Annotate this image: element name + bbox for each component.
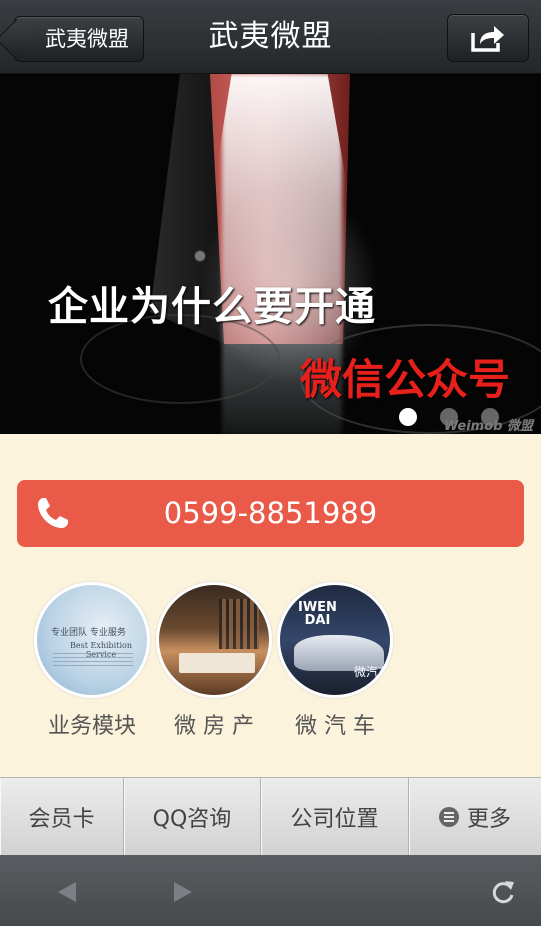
refresh-icon[interactable] [490, 878, 516, 906]
menu-item-member-card[interactable]: 会员卡 [0, 778, 124, 856]
browser-toolbar [0, 855, 541, 926]
menu-item-label: QQ咨询 [152, 807, 232, 832]
door-knob [194, 250, 206, 262]
module-business[interactable]: 专业团队 专业服务 Best Exhibition Service 业务模块 [34, 582, 150, 740]
module-real-estate[interactable]: 微 房 产 [156, 582, 272, 740]
promo-banner-carousel[interactable]: 企业为什么要开通 微信公众号 Weimob 微盟 [0, 74, 541, 434]
share-icon [471, 26, 504, 52]
module-label: 微 房 产 [174, 714, 254, 739]
bottom-menu: 会员卡 QQ咨询 公司位置 更多 [0, 777, 541, 856]
thumbnail-caption: 微汽车 [354, 665, 391, 679]
back-button-label: 武夷微盟 [45, 27, 129, 51]
menu-item-label: 更多 [466, 807, 511, 832]
menu-item-label: 会员卡 [28, 807, 95, 832]
thumbnail-text-1: 专业团队 专业服务 [51, 628, 126, 638]
thumbnail-brand-text: IWEN DAI [298, 601, 337, 627]
menu-item-qq-consult[interactable]: QQ咨询 [124, 778, 261, 856]
phone-icon [38, 498, 68, 528]
thumbnail-table [179, 653, 255, 673]
menu-item-label: 公司位置 [290, 807, 379, 832]
menu-item-company-location[interactable]: 公司位置 [261, 778, 409, 856]
forward-arrow-icon[interactable] [172, 880, 194, 904]
sports-car-thumbnail: IWEN DAI 微汽车 [277, 582, 393, 698]
carousel-dot-1[interactable] [399, 408, 417, 426]
thumbnail-text-lines [53, 653, 133, 667]
share-button[interactable] [447, 14, 529, 62]
call-phone-button[interactable]: 0599-8851989 [17, 480, 524, 547]
app-header: 武夷微盟 武夷微盟 [0, 0, 541, 74]
thumbnail-wine-shelf [219, 599, 259, 649]
module-label: 微 汽 车 [295, 714, 375, 739]
banner-headline: 企业为什么要开通 [48, 284, 376, 330]
module-auto[interactable]: IWEN DAI 微汽车 微 汽 车 [277, 582, 393, 740]
menu-list-icon [438, 807, 459, 827]
module-label: 业务模块 [47, 714, 136, 739]
banner-subheadline: 微信公众号 [300, 355, 511, 404]
menu-item-more[interactable]: 更多 [409, 778, 541, 856]
back-button[interactable]: 武夷微盟 [14, 16, 144, 62]
banner-watermark: Weimob 微盟 [443, 419, 533, 434]
thumbnail-brand-line-2: DAI [304, 613, 331, 628]
phone-number: 0599-8851989 [163, 496, 378, 530]
exhibition-service-thumbnail: 专业团队 专业服务 Best Exhibition Service [34, 582, 150, 698]
back-arrow-icon[interactable] [56, 880, 78, 904]
interior-room-thumbnail [156, 582, 272, 698]
